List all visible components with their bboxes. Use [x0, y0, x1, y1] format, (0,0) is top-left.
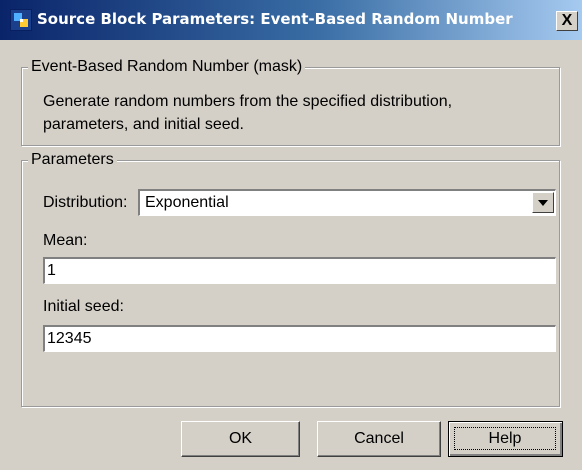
distribution-label: Distribution:	[43, 194, 128, 211]
help-label: Help	[454, 427, 556, 450]
simulink-block-icon	[10, 9, 32, 31]
mean-label: Mean:	[43, 232, 88, 249]
distribution-select[interactable]: Exponential	[138, 189, 556, 216]
ok-button[interactable]: OK	[181, 421, 300, 457]
initial-seed-label: Initial seed:	[43, 298, 124, 315]
mean-input[interactable]	[43, 257, 556, 284]
close-button[interactable]: X	[556, 11, 578, 31]
mask-group-label: Event-Based Random Number (mask)	[28, 58, 306, 76]
help-button[interactable]: Help	[448, 421, 563, 457]
description-line-1: Generate random numbers from the specifi…	[43, 93, 453, 110]
title-bar[interactable]: Source Block Parameters: Event-Based Ran…	[0, 0, 582, 40]
window-title: Source Block Parameters: Event-Based Ran…	[37, 10, 513, 28]
distribution-value: Exponential	[145, 194, 229, 211]
initial-seed-input[interactable]	[43, 325, 556, 352]
description-line-2: parameters, and initial seed.	[43, 116, 244, 133]
chevron-down-icon	[538, 200, 548, 206]
dropdown-button[interactable]	[532, 192, 554, 213]
mask-description: Generate random numbers from the specifi…	[43, 90, 503, 136]
cancel-button[interactable]: Cancel	[317, 421, 441, 457]
parameters-group-label: Parameters	[28, 151, 117, 169]
